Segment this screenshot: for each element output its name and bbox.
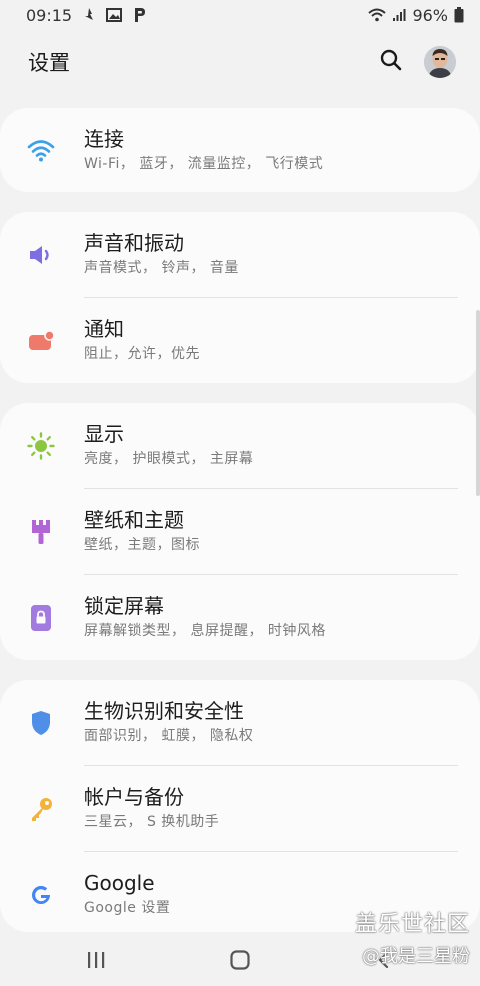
settings-card-display: 显示 亮度， 护眼模式， 主屏幕 壁纸和主题 壁纸，主题，图标 锁定屏幕 屏幕解… [0,403,480,660]
item-subtitle: 亮度， 护眼模式， 主屏幕 [84,451,254,467]
settings-item-display[interactable]: 显示 亮度， 护眼模式， 主屏幕 [0,403,480,489]
item-title: 显示 [84,422,124,446]
item-subtitle: 阻止，允许，优先 [84,346,200,362]
item-title: 锁定屏幕 [84,594,164,618]
settings-card-connections: 连接 Wi-Fi， 蓝牙， 流量监控， 飞行模式 [0,108,480,192]
brush-icon [26,517,56,547]
settings-item-biometrics[interactable]: 生物识别和安全性 面部识别， 虹膜， 隐私权 [0,680,480,766]
home-icon[interactable] [220,940,260,980]
item-subtitle: 三星云， S 换机助手 [84,814,220,830]
item-title: 帐户与备份 [84,785,184,809]
item-title: 连接 [84,127,124,151]
settings-card-security: 生物识别和安全性 面部识别， 虹膜， 隐私权 帐户与备份 三星云， S 换机助手… [0,680,480,932]
item-subtitle: Google 设置 [84,900,171,916]
settings-item-connections[interactable]: 连接 Wi-Fi， 蓝牙， 流量监控， 飞行模式 [0,108,480,192]
item-title: 壁纸和主题 [84,508,184,532]
signal-icon [392,8,406,22]
settings-item-accounts[interactable]: 帐户与备份 三星云， S 换机助手 [0,766,480,852]
avatar[interactable] [424,46,456,78]
settings-item-lockscreen[interactable]: 锁定屏幕 屏幕解锁类型， 息屏提醒， 时钟风格 [0,575,480,660]
search-icon[interactable] [380,49,402,75]
google-icon [26,880,56,910]
p-icon [132,7,146,23]
shield-icon [26,708,56,738]
status-time: 09:15 [26,5,73,25]
status-bar: 09:15 96% [0,0,480,30]
settings-item-wallpaper[interactable]: 壁纸和主题 壁纸，主题，图标 [0,489,480,575]
battery-icon [454,7,464,23]
settings-item-notifications[interactable]: 通知 阻止，允许，优先 [0,298,480,383]
battery-text: 96% [412,5,448,25]
item-subtitle: Wi-Fi， 蓝牙， 流量监控， 飞行模式 [84,156,324,172]
watermark-handle: @我是三星粉 [362,946,470,967]
item-subtitle: 面部识别， 虹膜， 隐私权 [84,728,254,744]
watermark-community: 盖乐世社区 [354,912,470,937]
item-title: 声音和振动 [84,231,184,255]
scrollbar[interactable] [476,310,480,496]
item-subtitle: 壁纸，主题，图标 [84,537,200,553]
gallery-icon [106,8,123,22]
item-title: Google [84,871,155,895]
item-subtitle: 屏幕解锁类型， 息屏提醒， 时钟风格 [84,623,326,639]
notification-icon [26,326,56,356]
lock-icon [26,603,56,633]
volume-icon [26,240,56,270]
item-title: 通知 [84,317,124,341]
item-title: 生物识别和安全性 [84,699,244,723]
notification-icon [82,7,96,23]
wifi-icon [368,8,387,22]
settings-card-sound: 声音和振动 声音模式， 铃声， 音量 通知 阻止，允许，优先 [0,212,480,383]
app-header: 设置 [0,36,480,88]
page-title: 设置 [28,51,70,75]
recents-icon[interactable] [76,940,116,980]
brightness-icon [26,431,56,461]
key-icon [26,794,56,824]
settings-item-sound[interactable]: 声音和振动 声音模式， 铃声， 音量 [0,212,480,298]
wifi-icon [26,136,56,166]
item-subtitle: 声音模式， 铃声， 音量 [84,260,239,276]
